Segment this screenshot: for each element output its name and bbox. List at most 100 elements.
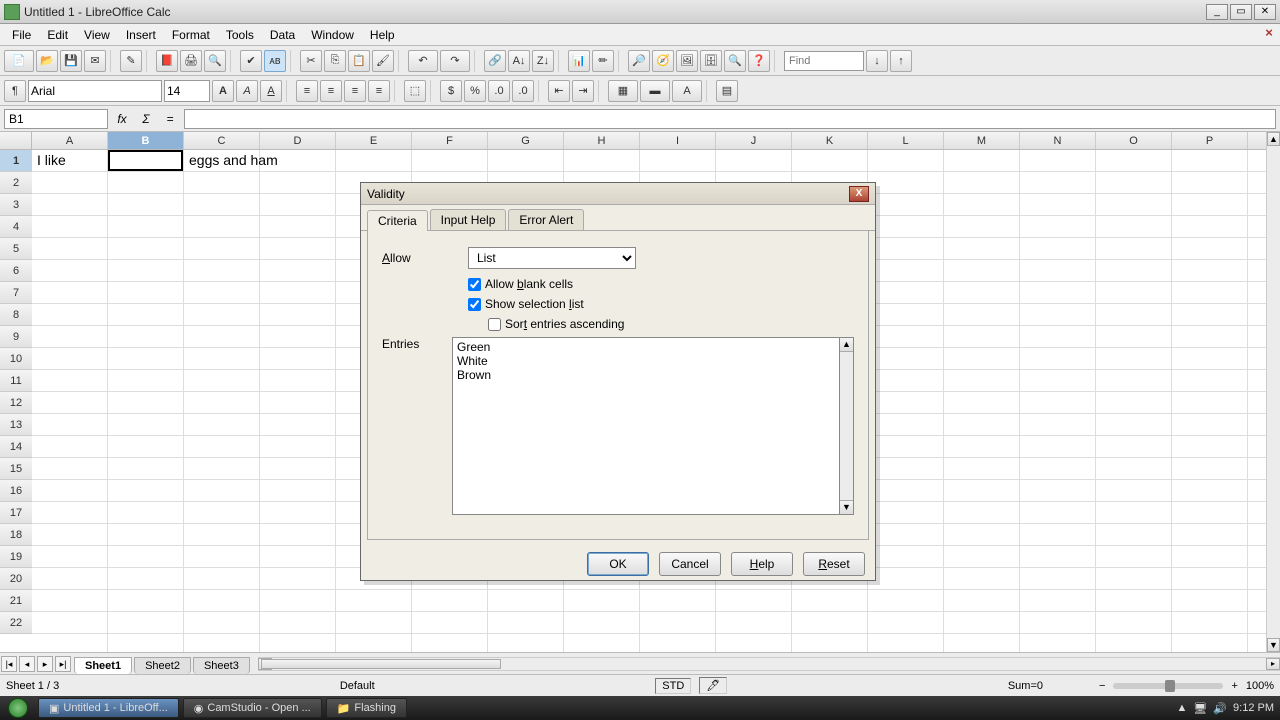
window-maximize-button[interactable]: ▭ <box>1230 4 1252 20</box>
column-header-p[interactable]: P <box>1172 132 1248 149</box>
menu-edit[interactable]: Edit <box>39 26 76 44</box>
status-signature-icon[interactable]: 🖊 <box>699 677 727 694</box>
tab-criteria[interactable]: Criteria <box>367 210 428 231</box>
menu-tools[interactable]: Tools <box>218 26 262 44</box>
column-header-a[interactable]: A <box>32 132 108 149</box>
sort-desc-button[interactable]: Z↓ <box>532 50 554 72</box>
column-header-d[interactable]: D <box>260 132 336 149</box>
tab-first-button[interactable]: |◂ <box>1 656 17 672</box>
cell-c1[interactable]: eggs and ham <box>186 151 281 169</box>
undo-button[interactable]: ↶ <box>408 50 438 72</box>
column-header-l[interactable]: L <box>868 132 944 149</box>
row-header-15[interactable]: 15 <box>0 458 32 480</box>
find-input[interactable] <box>784 51 864 71</box>
find-next-button[interactable]: ↓ <box>866 50 888 72</box>
column-header-f[interactable]: F <box>412 132 488 149</box>
export-pdf-button[interactable]: 📕 <box>156 50 178 72</box>
row-header-22[interactable]: 22 <box>0 612 32 634</box>
tab-prev-button[interactable]: ◂ <box>19 656 35 672</box>
chart-button[interactable]: 📊 <box>568 50 590 72</box>
column-header-i[interactable]: I <box>640 132 716 149</box>
row-header-4[interactable]: 4 <box>0 216 32 238</box>
sort-entries-checkbox[interactable] <box>488 318 501 331</box>
row-header-10[interactable]: 10 <box>0 348 32 370</box>
hscroll-thumb[interactable] <box>261 659 501 669</box>
currency-button[interactable]: $ <box>440 80 462 102</box>
taskbar-item-flashing[interactable]: 📁Flashing <box>326 698 407 718</box>
dialog-titlebar[interactable]: Validity X <box>361 183 875 205</box>
dialog-close-button[interactable]: X <box>849 186 869 202</box>
window-minimize-button[interactable]: _ <box>1206 4 1228 20</box>
save-button[interactable]: 💾 <box>60 50 82 72</box>
gallery-button[interactable]: 🖼 <box>676 50 698 72</box>
row-header-20[interactable]: 20 <box>0 568 32 590</box>
align-center-button[interactable]: ≡ <box>320 80 342 102</box>
edit-file-button[interactable]: ✎ <box>120 50 142 72</box>
column-header-b[interactable]: B <box>108 132 184 149</box>
datasources-button[interactable]: 🗄 <box>700 50 722 72</box>
taskbar-item-camstudio[interactable]: ◉CamStudio - Open ... <box>183 698 322 718</box>
formula-input[interactable] <box>184 109 1276 129</box>
menu-insert[interactable]: Insert <box>118 26 164 44</box>
row-header-13[interactable]: 13 <box>0 414 32 436</box>
menu-view[interactable]: View <box>76 26 118 44</box>
paste-button[interactable]: 📋 <box>348 50 370 72</box>
print-preview-button[interactable]: 🔍 <box>204 50 226 72</box>
cut-button[interactable]: ✂ <box>300 50 322 72</box>
menu-data[interactable]: Data <box>262 26 303 44</box>
column-header-k[interactable]: K <box>792 132 868 149</box>
scroll-track[interactable] <box>840 352 853 500</box>
menu-format[interactable]: Format <box>164 26 218 44</box>
status-zoom[interactable]: 100% <box>1246 680 1274 692</box>
vertical-scrollbar[interactable]: ▲ ▼ <box>1266 132 1280 652</box>
copy-button[interactable]: ⎘ <box>324 50 346 72</box>
status-mode[interactable]: STD <box>655 678 691 694</box>
select-all-corner[interactable] <box>0 132 32 150</box>
help-button[interactable]: ❓ <box>748 50 770 72</box>
bold-button[interactable]: A <box>212 80 234 102</box>
redo-button[interactable]: ↷ <box>440 50 470 72</box>
tab-error-alert[interactable]: Error Alert <box>508 209 584 230</box>
tab-next-button[interactable]: ▸ <box>37 656 53 672</box>
font-color-button[interactable]: A <box>672 80 702 102</box>
ok-button[interactable]: OK <box>587 552 649 576</box>
extra-button[interactable]: ▤ <box>716 80 738 102</box>
merge-cells-button[interactable]: ⬚ <box>404 80 426 102</box>
row-header-3[interactable]: 3 <box>0 194 32 216</box>
column-header-g[interactable]: G <box>488 132 564 149</box>
column-header-o[interactable]: O <box>1096 132 1172 149</box>
reset-button[interactable]: Reset <box>803 552 865 576</box>
email-button[interactable]: ✉ <box>84 50 106 72</box>
row-header-18[interactable]: 18 <box>0 524 32 546</box>
row-header-1[interactable]: 1 <box>0 150 32 172</box>
sheet-tab-1[interactable]: Sheet1 <box>74 657 132 674</box>
help-button[interactable]: Help <box>731 552 793 576</box>
active-cell-b1[interactable] <box>108 150 183 171</box>
row-header-17[interactable]: 17 <box>0 502 32 524</box>
row-header-6[interactable]: 6 <box>0 260 32 282</box>
borders-button[interactable]: ▦ <box>608 80 638 102</box>
tray-icon[interactable]: ▲ <box>1176 702 1187 714</box>
align-justify-button[interactable]: ≡ <box>368 80 390 102</box>
tray-clock[interactable]: 9:12 PM <box>1233 702 1274 714</box>
horizontal-scrollbar[interactable]: ◂ ▸ <box>258 657 1280 671</box>
spellcheck-button[interactable]: ✔ <box>240 50 262 72</box>
window-close-button[interactable]: ✕ <box>1254 4 1276 20</box>
sheet-tab-3[interactable]: Sheet3 <box>193 657 250 674</box>
close-document-button[interactable]: × <box>1262 27 1276 41</box>
styles-button[interactable]: ¶ <box>4 80 26 102</box>
zoom-in-icon[interactable]: + <box>1231 680 1237 692</box>
entries-textarea[interactable] <box>452 337 840 515</box>
italic-button[interactable]: A <box>236 80 258 102</box>
scroll-down-arrow[interactable]: ▼ <box>840 500 853 514</box>
row-header-12[interactable]: 12 <box>0 392 32 414</box>
status-sum[interactable]: Sum=0 <box>1008 680 1043 692</box>
function-wizard-button[interactable]: fx <box>112 109 132 129</box>
find-prev-button[interactable]: ↑ <box>890 50 912 72</box>
tab-last-button[interactable]: ▸| <box>55 656 71 672</box>
show-draw-button[interactable]: ✏ <box>592 50 614 72</box>
sum-button[interactable]: Σ <box>136 109 156 129</box>
tray-icon[interactable]: 🖥 <box>1193 702 1207 715</box>
row-header-7[interactable]: 7 <box>0 282 32 304</box>
autospellcheck-button[interactable]: ᴀʙ <box>264 50 286 72</box>
